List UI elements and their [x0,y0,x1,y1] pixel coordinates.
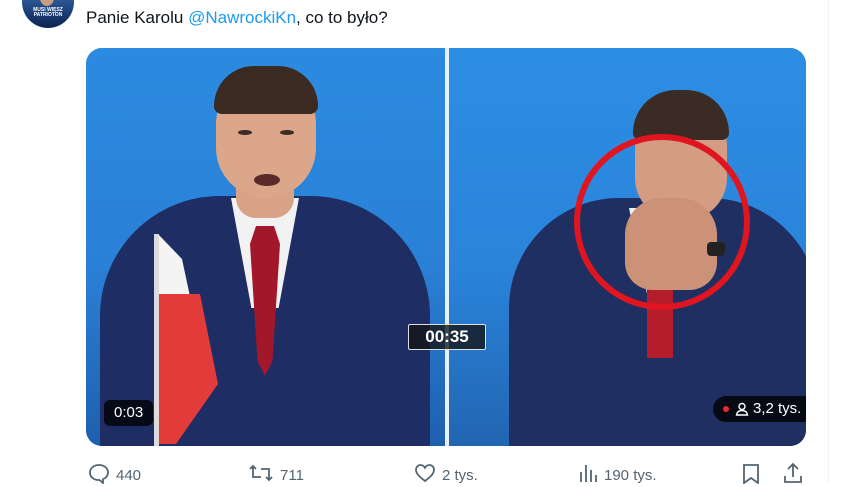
tweet-text-prefix: Panie Karolu [86,8,189,27]
repost-button[interactable]: 711 [248,462,304,484]
views-button[interactable]: 190 tys. [578,462,657,484]
person-icon [735,402,749,416]
video-view-count: 3,2 tys. [713,396,806,422]
countdown-timer: 00:35 [408,324,486,350]
bookmark-button[interactable] [742,462,766,484]
video-elapsed-time: 0:03 [104,400,154,426]
left-person-eye [280,130,294,135]
live-dot-icon [723,406,729,413]
bookmark-icon [743,464,759,484]
repost-icon [249,464,273,482]
tweet-text: Panie Karolu @NawrockiKn, co to było? [86,6,388,30]
left-person-eye [238,130,252,135]
share-button[interactable] [782,462,810,484]
video-player[interactable]: 00:35 0:03 3,2 tys. [86,48,806,446]
avatar-caption-2: PATRIOTON [33,12,63,18]
reply-button[interactable]: 440 [88,462,141,484]
flag-pole [154,234,159,446]
share-icon [784,462,802,483]
avatar-face [40,0,54,6]
highlight-circle [574,134,750,310]
video-left-panel [86,48,445,446]
reply-icon [89,464,109,484]
left-person-hair [214,66,318,114]
timeline-border [828,0,829,484]
mention-link[interactable]: @NawrockiKn [188,8,296,27]
right-person-hair [633,90,729,140]
bar-chart-icon [580,465,597,482]
video-views-text: 3,2 tys. [753,400,802,417]
avatar[interactable]: MUSI WIĘSZ PATRIOTON [22,0,74,28]
left-person-mouth [254,174,280,186]
tweet-text-suffix: , co to było? [296,8,388,27]
tweet-actions: 440 711 2 tys. 190 tys. [0,462,860,484]
heart-icon [415,464,435,483]
like-button[interactable]: 2 tys. [414,462,478,484]
